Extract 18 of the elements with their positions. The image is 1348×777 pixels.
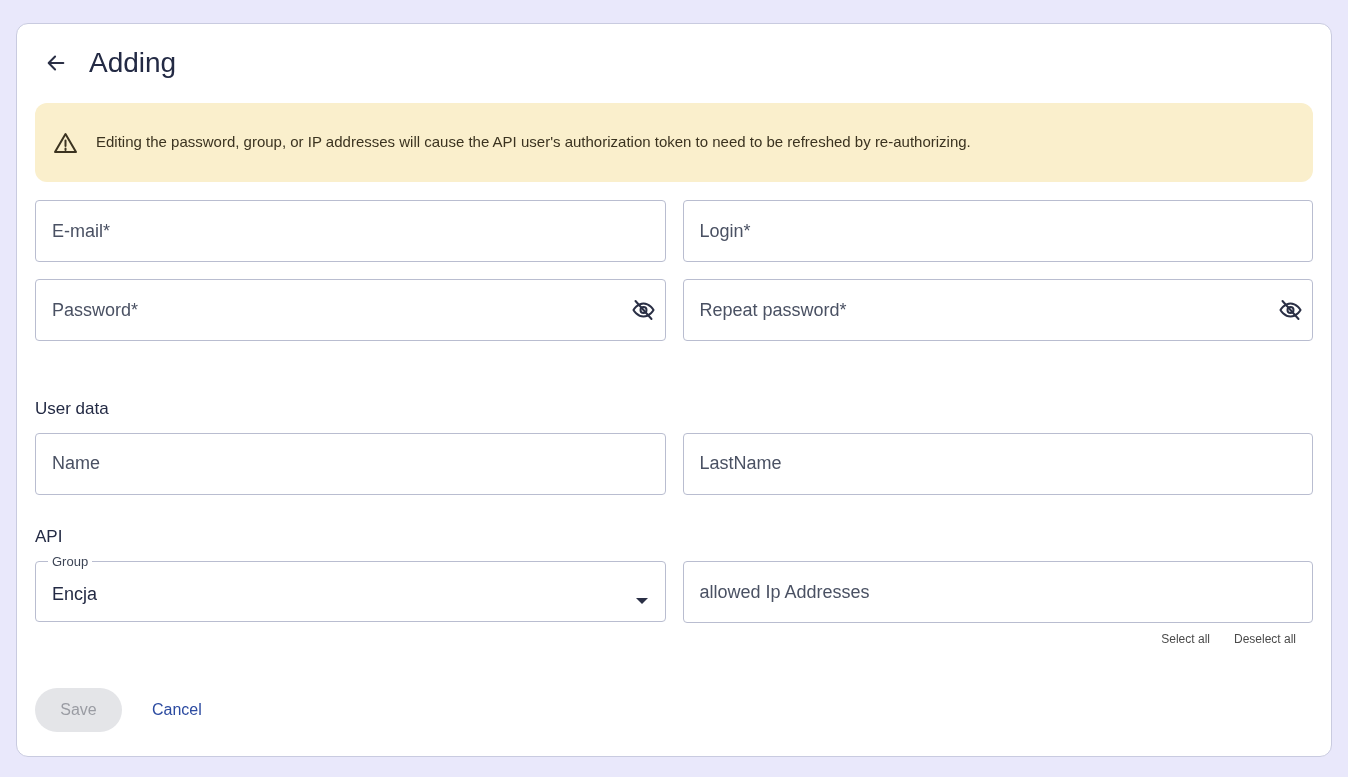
password-field[interactable]: Repeat password* (682, 279, 1313, 341)
section-heading: API (35, 525, 63, 548)
password-field[interactable]: Password* (35, 279, 666, 341)
input-field[interactable]: allowed Ip Addresses (682, 561, 1313, 623)
section-heading: User data (35, 398, 109, 420)
selection-link[interactable]: Select all (1161, 630, 1210, 648)
warning-message: Editing the password, group, or IP addresses will cause the API user's authorization token to need to be refreshed by re-authorizing. (96, 132, 971, 153)
input-field[interactable]: E-mail* (35, 200, 666, 262)
eye-slash-icon[interactable] (630, 298, 656, 322)
cancel-link[interactable]: Cancel (152, 698, 202, 722)
input-field[interactable]: Name (35, 432, 666, 495)
caret-icon (635, 597, 648, 604)
selection-link[interactable]: Deselect all (1233, 630, 1296, 648)
eye-slash-icon[interactable] (1278, 298, 1303, 322)
input-field[interactable]: LastName (682, 432, 1313, 495)
page-title: Adding (89, 46, 177, 80)
warning-icon (53, 131, 78, 154)
input-field[interactable]: Login* (682, 200, 1313, 262)
